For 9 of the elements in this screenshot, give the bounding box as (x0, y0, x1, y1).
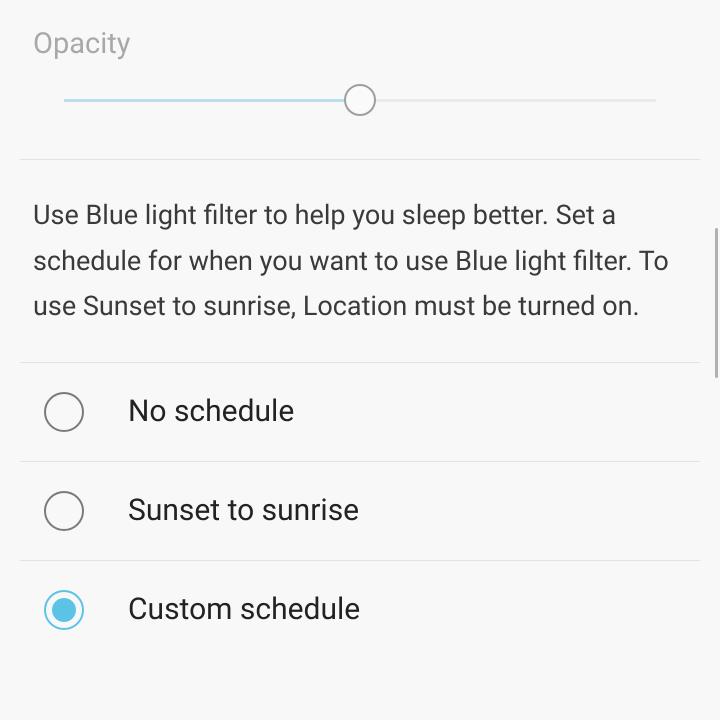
option-label[interactable]: Sunset to sunrise (128, 488, 360, 533)
option-label[interactable]: Custom schedule (128, 587, 360, 632)
radio-button[interactable] (44, 590, 84, 630)
opacity-label: Opacity (33, 26, 130, 62)
description-text: Use Blue light filter to help you sleep better. Set a schedule for when you want to use Blue light filter. To use Sunset to sunrise, Location must be turned on. (33, 198, 670, 324)
radio-button[interactable] (44, 490, 84, 530)
option-label[interactable]: No schedule (128, 389, 294, 434)
slider-thumb[interactable] (344, 84, 376, 116)
radio-button[interactable] (44, 392, 84, 432)
